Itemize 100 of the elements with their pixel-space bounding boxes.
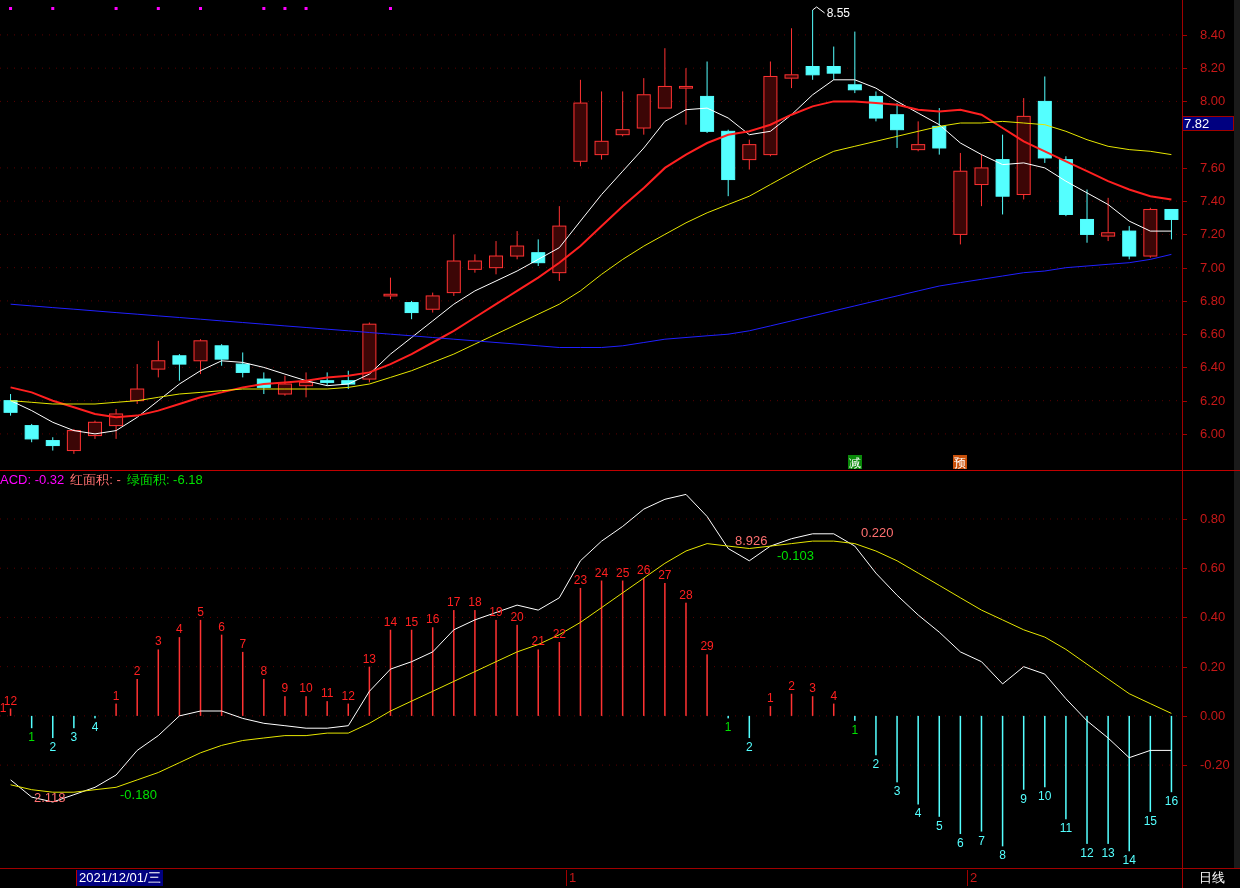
axis-tick-label: 0.60: [1200, 560, 1226, 577]
bar-count-label: 11: [1059, 821, 1073, 836]
legend-text: 绿面积: -6.18: [126, 472, 203, 488]
bar-count-label: 1: [112, 688, 120, 703]
leader-line: [812, 6, 826, 14]
bar-count-label: 6: [957, 836, 964, 851]
bar-count-label: 1: [767, 691, 774, 706]
candlestick: [88, 420, 102, 440]
bar-count-label: 11: [320, 686, 334, 701]
axis-tick-label: 8.00: [1200, 93, 1226, 110]
bar-count-label: 1: [28, 730, 35, 745]
axis-tick-label: 8.40: [1200, 26, 1226, 43]
candlestick: [404, 300, 419, 320]
candlestick: [1143, 207, 1158, 259]
bar-count-label: 16: [1164, 794, 1179, 809]
bar-count-label: 9: [1020, 791, 1028, 806]
candlestick: [1101, 197, 1116, 242]
candlestick: [172, 353, 187, 382]
bar-count-label: 2: [133, 664, 141, 678]
bar-count-label: 8: [260, 664, 268, 678]
marker-icon: [9, 7, 13, 10]
candlestick: [636, 77, 651, 136]
legend-text: 红面积: -: [70, 472, 121, 488]
histogram-bar: [368, 666, 371, 716]
histogram-bar: [811, 696, 814, 716]
histogram-bar: [157, 649, 160, 716]
marker-icon: [283, 7, 287, 10]
candlestick: [467, 253, 482, 274]
axis-tick-label: -0.20: [1200, 757, 1230, 774]
candlestick: [679, 67, 693, 126]
candlestick: [362, 322, 377, 383]
candlestick: [66, 428, 81, 455]
axis-tick-label: 6.80: [1200, 292, 1226, 309]
histogram-bar: [30, 715, 33, 729]
axis-tick-label: 6.60: [1200, 326, 1226, 343]
axis-tick-label: 0.40: [1200, 609, 1226, 626]
bar-count-label: 4: [830, 688, 838, 703]
bar-count-label: 20: [510, 609, 524, 624]
value-label: -0.180: [120, 787, 157, 802]
value-label: -0.103: [777, 548, 814, 563]
candlestick: [1164, 209, 1179, 240]
high-price-label: 8.55: [826, 6, 850, 20]
bar-count-label: 25: [616, 565, 630, 580]
histogram-bar: [748, 715, 751, 739]
month-label: 1: [566, 870, 577, 886]
bar-count-label: 15: [1143, 813, 1157, 828]
bar-count-label: 3: [70, 730, 78, 745]
candlestick: [235, 351, 250, 378]
bar-count-label: 16: [426, 612, 440, 627]
axis-tick-label: 6.00: [1200, 425, 1226, 442]
axis-tick-label: 7.20: [1200, 226, 1226, 243]
candlestick: [446, 233, 461, 297]
axis-tick-label: 8.20: [1200, 60, 1226, 77]
bar-count-label: 13: [362, 651, 377, 666]
marker-icon: [156, 7, 160, 10]
bar-count-label: 3: [154, 634, 162, 649]
bar-count-label: 4: [91, 720, 99, 735]
histogram-bar: [9, 708, 12, 716]
bar-count-label: 14: [1122, 853, 1136, 868]
candlestick: [868, 90, 883, 122]
candlestick: [3, 393, 18, 417]
candlestick: [1058, 155, 1073, 217]
bar-count-label: 28: [679, 587, 693, 602]
bar-count-label: 18: [468, 595, 482, 610]
value-label: 0.220: [861, 525, 894, 540]
candlestick: [383, 277, 398, 300]
cursor-date-label: 2021/12/01/三: [76, 870, 163, 886]
bar-count-label: 2: [49, 740, 57, 755]
candlestick: [277, 375, 292, 397]
candlestick: [847, 31, 862, 94]
bar-count-label: 17: [447, 595, 461, 610]
period-label: 日线: [1182, 869, 1240, 888]
candlestick: [24, 423, 39, 443]
candlestick: [151, 340, 166, 378]
current-price-label: 7.82: [1182, 116, 1234, 131]
candlestick: [531, 238, 546, 267]
candlestick: [320, 371, 335, 387]
candlestick: [594, 90, 609, 161]
candlestick: [911, 120, 926, 152]
bar-count-label: 24: [594, 565, 609, 580]
bar-count-label: 9: [281, 681, 289, 696]
bar-count-label: 6: [218, 619, 225, 634]
bar-count-label: 1: [724, 720, 732, 735]
candlestick: [1080, 189, 1094, 244]
candlestick: [1122, 225, 1137, 260]
axis-tick-label: 7.00: [1200, 259, 1226, 276]
bar-count-label: 3: [809, 681, 816, 696]
candlestick: [193, 338, 208, 375]
candlestick: [130, 363, 145, 405]
signal-tag: 预: [953, 455, 967, 470]
histogram-bar: [790, 693, 793, 716]
marker-icon: [114, 7, 118, 10]
candlestick: [256, 371, 271, 395]
candlestick: [784, 27, 799, 89]
bar-count-label: 23: [573, 572, 588, 587]
candlestick: [826, 46, 841, 81]
bar-count-label: 8: [999, 848, 1006, 863]
bar-count-label: 21: [531, 634, 545, 649]
bar-count-label: 29: [700, 639, 714, 654]
bar-count-label: 27: [658, 568, 672, 582]
